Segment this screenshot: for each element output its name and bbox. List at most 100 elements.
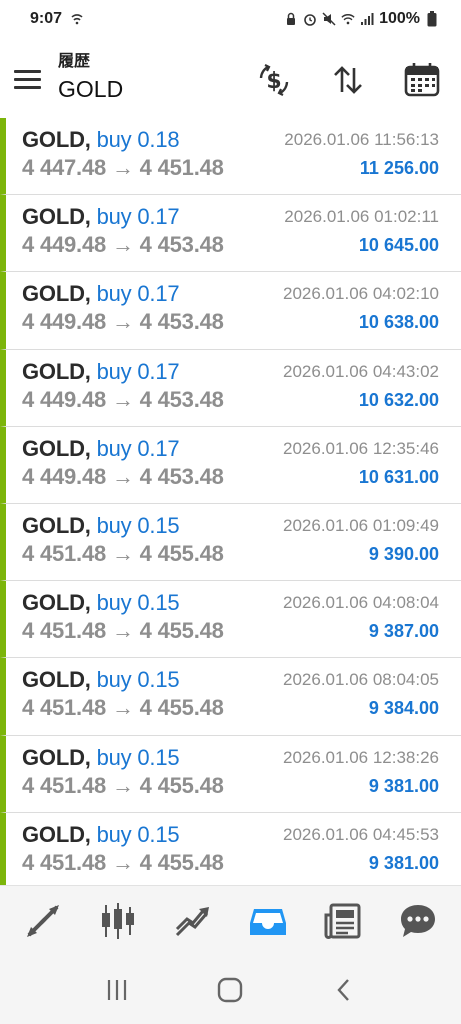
trade-side-volume: buy 0.17 <box>96 281 180 307</box>
calendar-icon[interactable] <box>402 60 442 100</box>
trade-side-volume: buy 0.15 <box>96 744 180 770</box>
trade-side-volume: buy 0.17 <box>96 435 180 461</box>
trade-side-volume: buy 0.15 <box>96 590 180 616</box>
trade-side-volume: buy 0.17 <box>96 204 180 230</box>
tab-quotes[interactable] <box>17 895 69 947</box>
messages-icon <box>400 904 435 937</box>
battery-icon <box>425 11 439 27</box>
trade-symbol-line: GOLD, buy 0.17 <box>22 435 180 461</box>
trade-profit: 10 645.00 <box>358 235 439 256</box>
sort-icon[interactable] <box>328 60 368 100</box>
home-icon[interactable] <box>210 970 250 1010</box>
trade-row[interactable]: GOLD, buy 0.17 4 449.48 → 4 453.48 2026.01… <box>0 349 461 427</box>
trade-symbol: GOLD <box>22 512 85 538</box>
tab-news[interactable] <box>317 895 369 947</box>
trade-time: 2026.01.06 04:08:04 <box>283 593 439 613</box>
trade-symbol-line: GOLD, buy 0.15 <box>22 821 180 847</box>
trade-symbol: GOLD <box>22 127 85 152</box>
trade-profit: 9 387.00 <box>368 621 439 642</box>
trade-side-volume: buy 0.15 <box>96 512 180 538</box>
trade-side-volume: buy 0.15 <box>96 821 180 847</box>
trade-row[interactable]: GOLD, buy 0.15 4 451.48 → 4 455.48 2026.01… <box>0 812 461 885</box>
trade-symbol: GOLD <box>22 204 85 230</box>
trade-time: 2026.01.06 08:04:05 <box>283 670 439 690</box>
trade-side-volume: buy 0.18 <box>96 127 180 152</box>
trade-symbol-line: GOLD, buy 0.15 <box>22 667 180 693</box>
trade-row[interactable]: GOLD, buy 0.15 4 451.48 → 4 455.48 2026.01… <box>0 581 461 659</box>
trade-row[interactable]: GOLD, buy 0.17 4 449.48 → 4 453.48 2026.01… <box>0 195 461 273</box>
trade-prices: 4 451.48 → 4 455.48 <box>22 540 224 566</box>
trade-symbol: GOLD <box>22 435 85 461</box>
trade-prices: 4 449.48 → 4 453.48 <box>22 386 224 412</box>
mute-icon <box>322 12 336 26</box>
trade-symbol: GOLD <box>22 358 85 384</box>
trade-side-volume: buy 0.17 <box>96 358 180 384</box>
history-inbox-icon <box>249 908 286 935</box>
trade-time: 2026.01.06 01:09:49 <box>283 515 439 535</box>
trade-symbol-line: GOLD, buy 0.15 <box>22 744 180 770</box>
trade-symbol: GOLD <box>22 821 85 847</box>
trade-profit: 9 381.00 <box>368 852 439 873</box>
trade-symbol-line: GOLD, buy 0.17 <box>22 281 180 307</box>
trade-profit: 10 632.00 <box>358 389 439 410</box>
trade-time: 2026.01.06 11:56:13 <box>284 130 439 149</box>
trade-symbol-line: GOLD, buy 0.17 <box>22 358 180 384</box>
hamburger-menu-icon[interactable] <box>14 64 44 94</box>
page-title: GOLD <box>58 76 124 102</box>
recent-apps-icon[interactable] <box>97 970 137 1010</box>
trade-prices: 4 449.48 → 4 453.48 <box>22 309 224 335</box>
title-area: 履歴 GOLD <box>58 52 123 104</box>
quotes-icon <box>27 904 60 937</box>
trade-prices: 4 447.48 → 4 451.48 <box>22 155 224 180</box>
signal-icon <box>360 12 374 26</box>
trade-icon <box>176 906 210 936</box>
page-subtitle: 履歴 <box>58 53 91 70</box>
trade-row[interactable]: GOLD, buy 0.15 4 451.48 → 4 455.48 2026.01… <box>0 503 461 582</box>
trade-time: 2026.01.06 04:02:10 <box>283 284 439 304</box>
trade-row[interactable]: GOLD, buy 0.15 4 451.48 → 4 455.48 2026.01… <box>0 735 461 813</box>
trade-symbol-line: GOLD, buy 0.15 <box>22 590 180 616</box>
wifi-icon <box>341 12 355 26</box>
trade-symbol-line: GOLD, buy 0.15 <box>22 512 180 538</box>
trade-prices: 4 451.48 → 4 455.48 <box>22 618 224 644</box>
trade-profit: 10 631.00 <box>358 466 439 487</box>
trade-time: 2026.01.06 01:02:11 <box>284 207 439 227</box>
trade-time: 2026.01.06 12:35:46 <box>283 438 439 458</box>
trade-time: 2026.01.06 04:45:53 <box>283 824 439 844</box>
trade-profit: 11 256.00 <box>359 158 439 178</box>
trade-profit: 9 390.00 <box>368 543 439 564</box>
trade-row[interactable]: GOLD, buy 0.17 4 449.48 → 4 453.48 2026.01… <box>0 272 461 350</box>
alarm-lock-icon <box>284 12 298 26</box>
trade-symbol: GOLD <box>22 667 85 693</box>
tab-trade[interactable] <box>167 895 219 947</box>
system-nav-bar <box>0 955 461 1024</box>
trade-symbol-line: GOLD, buy 0.18 <box>22 127 180 152</box>
trade-symbol-line: GOLD, buy 0.17 <box>22 204 180 230</box>
app-bar: 履歴 GOLD $ <box>0 42 461 118</box>
trade-prices: 4 451.48 → 4 455.48 <box>22 849 224 875</box>
back-icon[interactable] <box>324 970 364 1010</box>
trade-profit: 9 384.00 <box>368 698 439 719</box>
status-time: 9:07 <box>30 10 63 27</box>
trade-profit: 10 638.00 <box>358 312 439 333</box>
trade-row[interactable]: GOLD, buy 0.15 4 451.48 → 4 455.48 2026.01… <box>0 658 461 736</box>
trade-history-list: GOLD, buy 0.18 4 447.48 → 4 451.48 2026.01… <box>0 118 461 885</box>
currency-exchange-icon[interactable]: $ <box>254 60 294 100</box>
status-bar: 9:07 100% <box>0 0 461 38</box>
trade-prices: 4 449.48 → 4 453.48 <box>22 463 224 489</box>
chart-candles-icon <box>102 902 135 939</box>
trade-symbol: GOLD <box>22 744 85 770</box>
trade-symbol: GOLD <box>22 281 85 307</box>
trade-row[interactable]: GOLD, buy 0.18 4 447.48 → 4 451.48 2026.01… <box>0 118 461 196</box>
tab-chart[interactable] <box>92 895 144 947</box>
trade-row[interactable]: GOLD, buy 0.17 4 449.48 → 4 453.48 2026.01… <box>0 426 461 504</box>
alarm-icon <box>303 12 317 26</box>
trade-time: 2026.01.06 12:38:26 <box>283 747 439 767</box>
wifi-calling-icon <box>70 12 84 26</box>
battery-percent: 100% <box>379 10 420 27</box>
trade-prices: 4 451.48 → 4 455.48 <box>22 772 224 798</box>
tab-history[interactable] <box>242 895 294 947</box>
trade-time: 2026.01.06 04:43:02 <box>283 361 439 381</box>
tab-messages[interactable] <box>392 895 444 947</box>
trade-prices: 4 449.48 → 4 453.48 <box>22 232 224 258</box>
